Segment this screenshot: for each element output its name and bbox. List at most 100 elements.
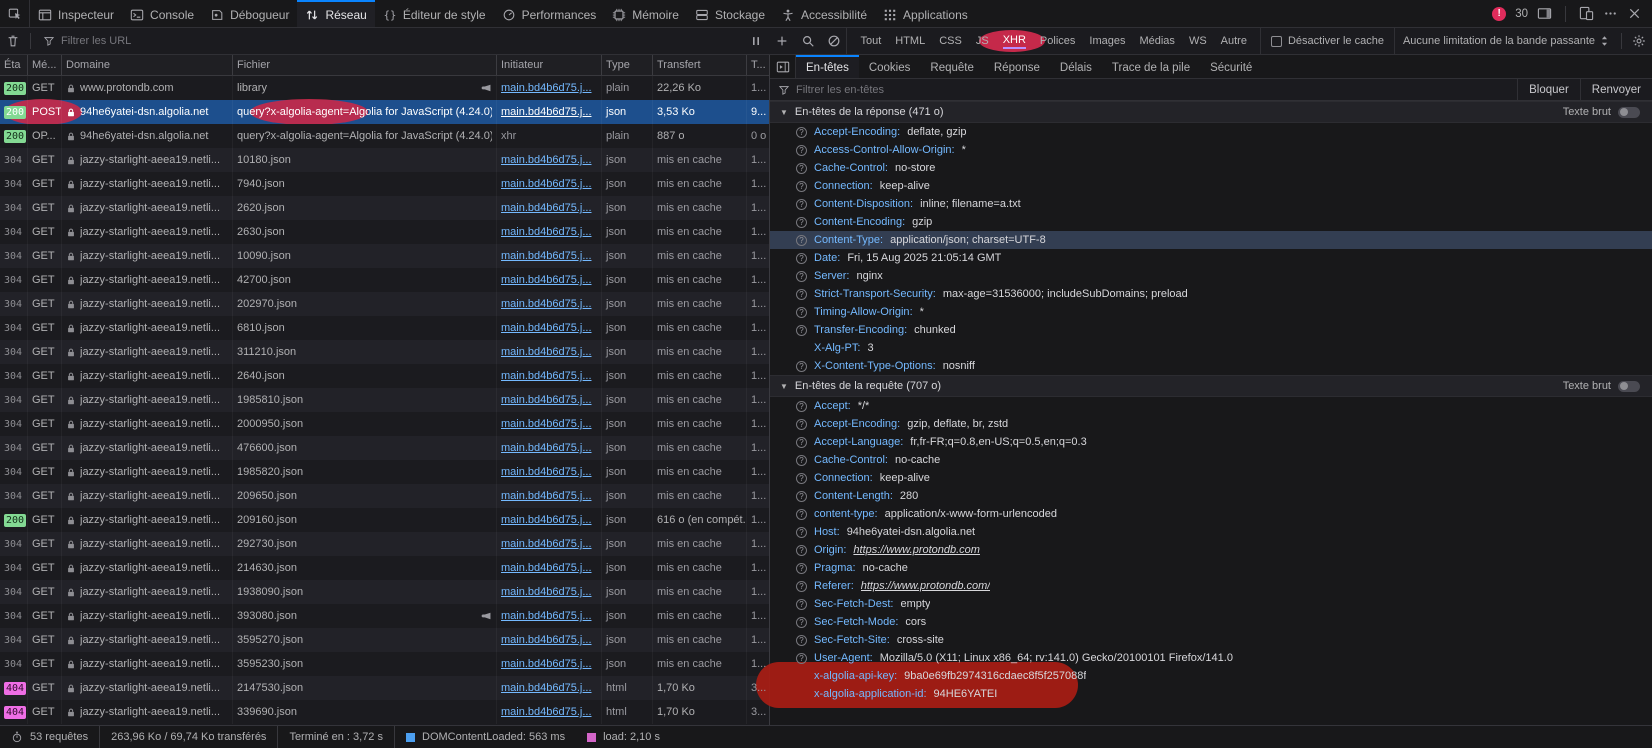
table-row[interactable]: 304GETjazzy-starlight-aeea19.netli...214… <box>0 556 769 580</box>
column-header-me[interactable]: Mé... <box>28 55 62 75</box>
help-icon[interactable]: ? <box>796 599 807 610</box>
help-icon[interactable]: ? <box>796 653 807 664</box>
initiator-link[interactable]: main.bd4b6d75.j... <box>501 370 592 382</box>
column-header-fichier[interactable]: Fichier <box>233 55 497 75</box>
help-icon[interactable]: ? <box>796 437 807 448</box>
header-row[interactable]: ?Pragmano-cache <box>770 559 1652 577</box>
initiator-link[interactable]: main.bd4b6d75.j... <box>501 226 592 238</box>
tab-stockage[interactable]: Stockage <box>687 0 773 27</box>
initiator-link[interactable]: main.bd4b6d75.j... <box>501 490 592 502</box>
error-count[interactable]: 30 <box>1515 8 1528 20</box>
header-row[interactable]: ?Connectionkeep-alive <box>770 469 1652 487</box>
tab-debogueur[interactable]: Débogueur <box>202 0 297 27</box>
request-headers-section-header[interactable]: ▼ En-têtes de la requête (707 o) Texte b… <box>770 375 1652 397</box>
table-row[interactable]: 200GETjazzy-starlight-aeea19.netli...209… <box>0 508 769 532</box>
help-icon[interactable]: ? <box>796 127 807 138</box>
help-icon[interactable]: ? <box>796 325 807 336</box>
details-tab-cookies[interactable]: Cookies <box>859 55 921 78</box>
table-row[interactable]: 304GETjazzy-starlight-aeea19.netli...264… <box>0 364 769 388</box>
details-tab-securite[interactable]: Sécurité <box>1200 55 1262 78</box>
help-icon[interactable]: ? <box>796 307 807 318</box>
throttling-select[interactable]: Aucune limitation de la bande passante <box>1394 28 1617 54</box>
initiator-link[interactable]: main.bd4b6d75.j... <box>501 298 592 310</box>
help-icon[interactable]: ? <box>796 581 807 592</box>
help-icon[interactable]: ? <box>796 563 807 574</box>
initiator-link[interactable]: main.bd4b6d75.j... <box>501 658 592 670</box>
initiator-link[interactable]: main.bd4b6d75.j... <box>501 394 592 406</box>
pause-traffic-button[interactable] <box>744 34 768 48</box>
header-row[interactable]: ?Cache-Controlno-store <box>770 159 1652 177</box>
close-icon[interactable] <box>1627 6 1642 21</box>
initiator-link[interactable]: main.bd4b6d75.j... <box>501 322 592 334</box>
tab-memoire[interactable]: Mémoire <box>604 0 687 27</box>
url-filter-input[interactable] <box>61 35 736 47</box>
tab-applications[interactable]: Applications <box>875 0 976 27</box>
help-icon[interactable]: ? <box>796 419 807 430</box>
initiator-link[interactable]: main.bd4b6d75.j... <box>501 418 592 430</box>
header-row[interactable]: ?Refererhttps://www.protondb.com/ <box>770 577 1652 595</box>
details-tab-trace-de-la-pile[interactable]: Trace de la pile <box>1102 55 1200 78</box>
initiator-link[interactable]: main.bd4b6d75.j... <box>501 682 592 694</box>
disable-cache-toggle[interactable]: Désactiver le cache <box>1261 35 1394 47</box>
help-icon[interactable]: ? <box>796 509 807 520</box>
header-value-link[interactable]: https://www.protondb.com <box>853 544 980 556</box>
pick-element-button[interactable] <box>0 0 30 27</box>
initiator-link[interactable]: main.bd4b6d75.j... <box>501 82 592 94</box>
filter-xhr[interactable]: XHR <box>996 30 1033 53</box>
column-header-eta[interactable]: Éta <box>0 55 28 75</box>
network-settings-button[interactable] <box>1626 28 1652 54</box>
raw-response-toggle[interactable] <box>1618 107 1640 118</box>
initiator-link[interactable]: main.bd4b6d75.j... <box>501 202 592 214</box>
table-row[interactable]: 304GETjazzy-starlight-aeea19.netli...198… <box>0 460 769 484</box>
resend-button[interactable]: Renvoyer <box>1580 79 1652 100</box>
table-row[interactable]: 304GETjazzy-starlight-aeea19.netli...393… <box>0 604 769 628</box>
table-row[interactable]: 304GETjazzy-starlight-aeea19.netli...794… <box>0 172 769 196</box>
header-row[interactable]: ?x-algolia-api-key9ba0e69fb2974316cdaec8… <box>770 667 1652 685</box>
column-header-initiateur[interactable]: Initiateur <box>497 55 602 75</box>
table-row[interactable]: 304GETjazzy-starlight-aeea19.netli...292… <box>0 532 769 556</box>
help-icon[interactable]: ? <box>796 217 807 228</box>
help-icon[interactable]: ? <box>796 635 807 646</box>
initiator-link[interactable]: main.bd4b6d75.j... <box>501 274 592 286</box>
header-value-link[interactable]: https://www.protondb.com/ <box>861 580 991 592</box>
clear-requests-button[interactable] <box>0 28 26 54</box>
help-icon[interactable]: ? <box>796 163 807 174</box>
header-row[interactable]: ?Host94he6yatei-dsn.algolia.net <box>770 523 1652 541</box>
table-row[interactable]: 304GETjazzy-starlight-aeea19.netli...263… <box>0 220 769 244</box>
disable-cache-checkbox[interactable] <box>1271 36 1282 47</box>
table-row[interactable]: 200GETwww.protondb.comlibrarymain.bd4b6d… <box>0 76 769 100</box>
header-row[interactable]: ?Access-Control-Allow-Origin* <box>770 141 1652 159</box>
header-row[interactable]: ?Strict-Transport-Securitymax-age=315360… <box>770 285 1652 303</box>
header-row[interactable]: ?User-AgentMozilla/5.0 (X11; Linux x86_6… <box>770 649 1652 667</box>
table-row[interactable]: 304GETjazzy-starlight-aeea19.netli...359… <box>0 628 769 652</box>
help-icon[interactable]: ? <box>796 401 807 412</box>
filter-css[interactable]: CSS <box>932 31 969 51</box>
help-icon[interactable]: ? <box>796 545 807 556</box>
initiator-link[interactable]: main.bd4b6d75.j... <box>501 586 592 598</box>
table-row[interactable]: 200POST94he6yatei-dsn.algolia.netquery?x… <box>0 100 769 124</box>
help-icon[interactable]: ? <box>796 181 807 192</box>
table-row[interactable]: 304GETjazzy-starlight-aeea19.netli...476… <box>0 436 769 460</box>
details-tab-requete[interactable]: Requête <box>920 55 983 78</box>
error-badge-icon[interactable]: ! <box>1492 7 1506 21</box>
new-request-button[interactable] <box>770 34 794 48</box>
filter-medias[interactable]: Médias <box>1132 31 1181 51</box>
initiator-link[interactable]: main.bd4b6d75.j... <box>501 178 592 190</box>
table-row[interactable]: 404GETjazzy-starlight-aeea19.netli...339… <box>0 700 769 724</box>
headers-filter-input[interactable] <box>796 84 1511 96</box>
header-row[interactable]: ?DateFri, 15 Aug 2025 21:05:14 GMT <box>770 249 1652 267</box>
header-row[interactable]: ?Sec-Fetch-Destempty <box>770 595 1652 613</box>
initiator-link[interactable]: main.bd4b6d75.j... <box>501 442 592 454</box>
header-row[interactable]: ?Accept-Languagefr,fr-FR;q=0.8,en-US;q=0… <box>770 433 1652 451</box>
table-row[interactable]: 404GETjazzy-starlight-aeea19.netli...214… <box>0 676 769 700</box>
filter-tout[interactable]: Tout <box>853 31 888 51</box>
help-icon[interactable]: ? <box>796 473 807 484</box>
header-row[interactable]: ?Cache-Controlno-cache <box>770 451 1652 469</box>
initiator-link[interactable]: main.bd4b6d75.j... <box>501 634 592 646</box>
table-row[interactable]: 304GETjazzy-starlight-aeea19.netli...681… <box>0 316 769 340</box>
column-header-t[interactable]: T... <box>747 55 770 75</box>
table-row[interactable]: 304GETjazzy-starlight-aeea19.netli...193… <box>0 580 769 604</box>
initiator-link[interactable]: main.bd4b6d75.j... <box>501 106 592 118</box>
table-row[interactable]: 304GETjazzy-starlight-aeea19.netli...200… <box>0 412 769 436</box>
header-row[interactable]: ?Content-Dispositioninline; filename=a.t… <box>770 195 1652 213</box>
